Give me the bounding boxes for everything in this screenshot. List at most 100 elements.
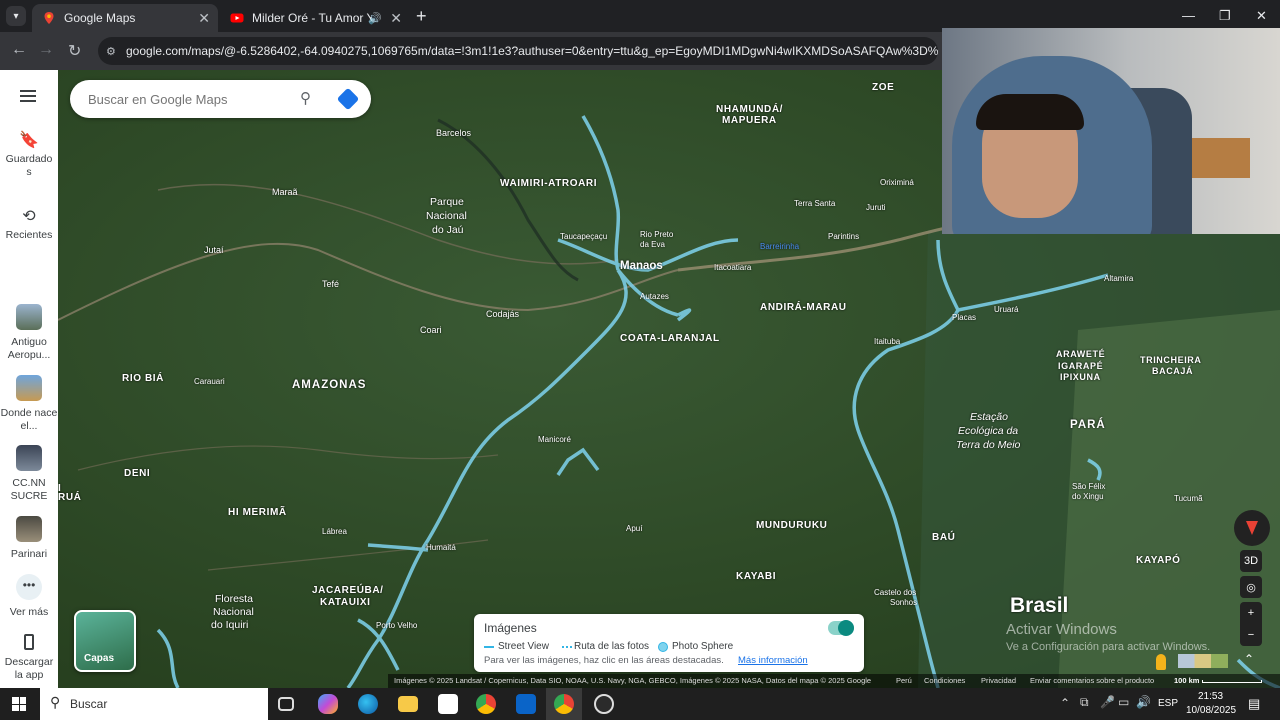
maps-sidebar: 🔖 Guardados ⟲ Recientes Antiguo Aeropu..…	[0, 70, 58, 688]
map-label: TRINCHEIRA	[1140, 355, 1202, 365]
my-location-button[interactable]: ◎	[1240, 576, 1262, 598]
map-label: MAPUERA	[722, 115, 777, 126]
maximize-button[interactable]: ❐	[1219, 8, 1231, 24]
map-label: Placas	[952, 313, 977, 322]
map-label: NHAMUNDÁ/	[716, 104, 784, 115]
map-label: IPIXUNA	[1060, 372, 1101, 382]
imagery-thumbnails[interactable]	[1178, 654, 1228, 668]
task-view-icon[interactable]	[278, 697, 294, 711]
map-label: Terra do Meio	[956, 439, 1021, 451]
windows-taskbar: ⚲ Buscar ⌃ ⧉ 🎤 ▭ 🔊 ESP 21:53 10/08/2025 …	[0, 688, 1280, 720]
map-label: São Félix	[1072, 482, 1106, 491]
chevron-up-icon[interactable]: ⌃	[1060, 696, 1070, 710]
more-icon: •••	[16, 574, 42, 600]
privacy-link[interactable]: Privacidad	[981, 674, 1016, 688]
tray-icon[interactable]: ⧉	[1080, 695, 1089, 710]
close-window-button[interactable]: ✕	[1256, 8, 1267, 24]
zoom-out-button[interactable]: −	[1240, 624, 1262, 646]
hair	[976, 94, 1084, 130]
photo-route-legend-icon	[562, 646, 572, 648]
legend-label: Photo Sphere	[672, 641, 734, 652]
bookmark-icon: 🔖	[19, 132, 39, 149]
sidebar-item-more[interactable]: ••• Ver más	[0, 574, 58, 619]
map-label: Rio Preto	[640, 230, 674, 239]
sidebar-item-recent-place[interactable]: Donde nace el...	[0, 375, 58, 433]
windows-start-icon[interactable]	[12, 697, 26, 711]
street-view-legend-icon	[484, 646, 494, 648]
more-info-link[interactable]: Más información	[738, 655, 808, 666]
speaker-icon[interactable]: 🔊	[368, 12, 382, 25]
map-label: RUÁ	[58, 492, 82, 503]
collapse-icon[interactable]: ⌃	[1244, 652, 1254, 666]
sidebar-item-recent[interactable]: ⟲ Recientes	[0, 208, 58, 242]
sidebar-item-label: Descargar la app	[4, 656, 54, 681]
chrome-icon[interactable]	[476, 694, 496, 714]
file-explorer-icon[interactable]	[398, 696, 418, 712]
history-icon: ⟲	[22, 208, 36, 225]
tab-google-maps[interactable]: Google Maps ✕	[32, 4, 218, 32]
menu-icon[interactable]	[20, 90, 36, 102]
forward-icon[interactable]: →	[38, 41, 54, 59]
store-icon[interactable]	[438, 694, 458, 714]
imagery-toggle[interactable]	[828, 620, 854, 636]
site-info-icon[interactable]: ⚙	[106, 45, 116, 58]
map-label: KAYAPÓ	[1136, 555, 1181, 566]
outlook-icon[interactable]	[516, 694, 536, 714]
map-label: Castelo dos	[874, 588, 917, 597]
edge-icon[interactable]	[358, 694, 378, 714]
activate-windows-watermark: Activar Windows	[1006, 621, 1117, 638]
microphone-icon[interactable]: 🎤	[1100, 695, 1115, 709]
country-link[interactable]: Perú	[896, 674, 912, 688]
activate-windows-watermark: Ve a Configuración para activar Windows.	[1006, 641, 1211, 653]
compass-control[interactable]	[1234, 510, 1270, 546]
copilot-icon[interactable]	[318, 694, 338, 714]
network-icon[interactable]: ▭	[1118, 695, 1129, 709]
new-tab-button[interactable]: +	[416, 6, 427, 26]
map-label: Coari	[420, 325, 442, 335]
tab-list-button[interactable]: ▾	[6, 6, 26, 26]
feedback-link[interactable]: Enviar comentarios sobre el producto	[1030, 674, 1154, 688]
3d-toggle-button[interactable]: 3D	[1240, 550, 1262, 572]
sidebar-item-saved[interactable]: 🔖 Guardados	[0, 132, 58, 179]
scale-label: 100 km	[1174, 676, 1200, 685]
map-label: HI MERIMÃ	[228, 507, 287, 518]
notification-icon[interactable]: ▤	[1248, 696, 1260, 712]
sidebar-item-recent-place[interactable]: CC.NN SUCRE	[0, 445, 58, 503]
map-label: Tucumã	[1174, 494, 1203, 503]
map-label: COATA-LARANJAL	[620, 333, 720, 344]
tab-youtube[interactable]: Milder Oré - Tu Amor Ya No Est 🔊 ✕	[220, 4, 410, 32]
search-icon: ⚲	[50, 694, 61, 710]
scale-bar	[1202, 680, 1262, 683]
sidebar-item-recent-place[interactable]: Parinari	[0, 516, 58, 561]
clock-date[interactable]: 10/08/2025	[1186, 705, 1236, 716]
sidebar-item-download-app[interactable]: Descargar la app	[0, 634, 58, 682]
minimize-button[interactable]: —	[1182, 8, 1195, 23]
reload-icon[interactable]: ↻	[68, 41, 81, 61]
clock-time[interactable]: 21:53	[1198, 691, 1223, 702]
photo-sphere-legend-icon	[658, 642, 668, 652]
url-field[interactable]: ⚙ google.com/maps/@-6.5286402,-64.094027…	[98, 37, 938, 65]
search-input[interactable]	[88, 89, 288, 109]
terms-link[interactable]: Condiciones	[924, 674, 965, 688]
language-indicator[interactable]: ESP	[1158, 698, 1178, 709]
sidebar-item-recent-place[interactable]: Antiguo Aeropu...	[0, 304, 58, 362]
obs-icon[interactable]	[594, 694, 614, 714]
map-label: ANDIRÁ-MARAU	[760, 302, 847, 313]
sidebar-item-label: Parinari	[10, 548, 48, 560]
directions-icon[interactable]	[336, 87, 360, 111]
map-label: Carauari	[194, 377, 225, 386]
close-tab-icon[interactable]: ✕	[390, 10, 402, 27]
layers-label: Capas	[84, 653, 115, 664]
pegman-icon[interactable]	[1156, 654, 1166, 670]
close-tab-icon[interactable]: ✕	[198, 10, 210, 27]
back-icon[interactable]: ←	[11, 41, 27, 59]
search-icon[interactable]: ⚲	[300, 89, 311, 107]
volume-icon[interactable]: 🔊	[1136, 695, 1151, 709]
map-label: Altamira	[1104, 274, 1134, 283]
zoom-in-button[interactable]: +	[1240, 602, 1262, 624]
imagery-panel: Imágenes Street View Ruta de las fotos P…	[474, 614, 864, 672]
chrome-icon[interactable]	[554, 694, 574, 714]
taskbar-search-box[interactable]: ⚲ Buscar	[40, 688, 268, 720]
map-label: Barreirinha	[760, 242, 800, 251]
layers-button[interactable]: Capas	[74, 610, 136, 672]
